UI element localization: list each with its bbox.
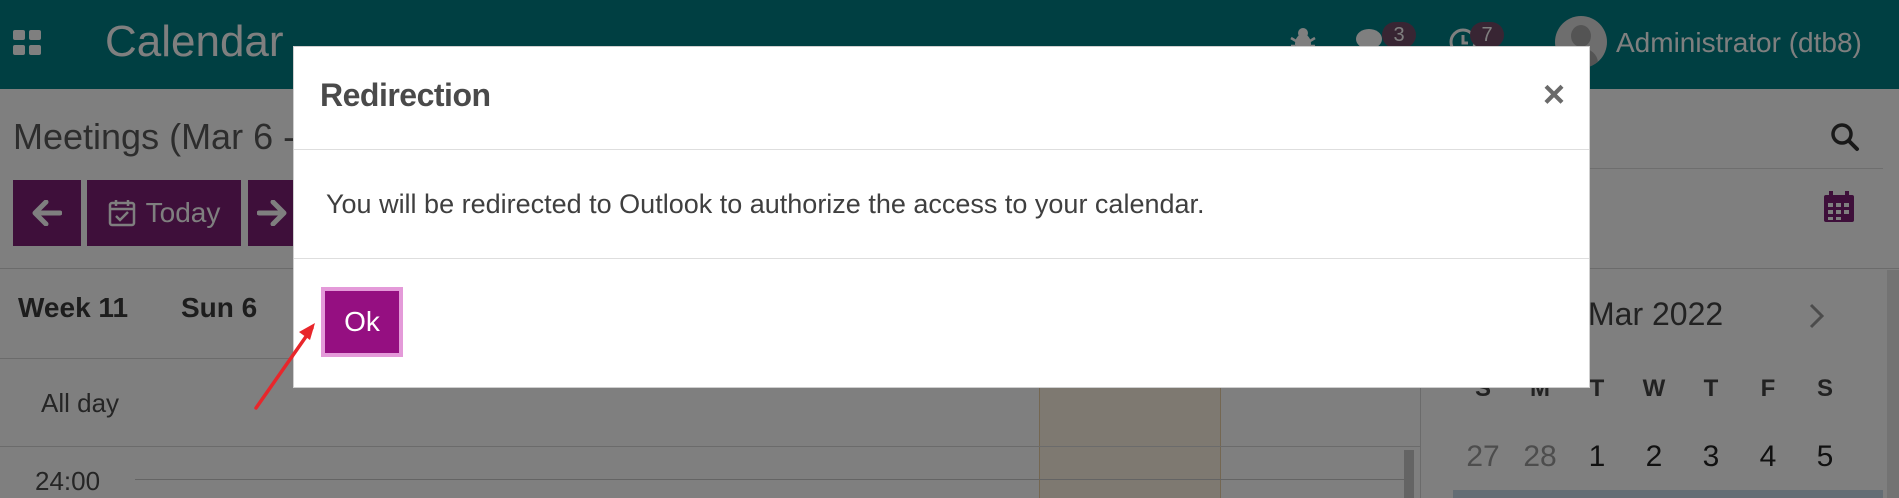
modal-header: Redirection × <box>294 47 1589 150</box>
ok-button[interactable]: Ok <box>321 287 403 357</box>
modal-title: Redirection <box>320 77 491 113</box>
modal-message: You will be redirected to Outlook to aut… <box>326 189 1205 219</box>
modal-body: You will be redirected to Outlook to aut… <box>294 151 1589 259</box>
redirection-dialog: Redirection × You will be redirected to … <box>293 46 1590 388</box>
close-icon[interactable]: × <box>1536 74 1572 116</box>
annotation-arrow-icon <box>254 323 315 410</box>
